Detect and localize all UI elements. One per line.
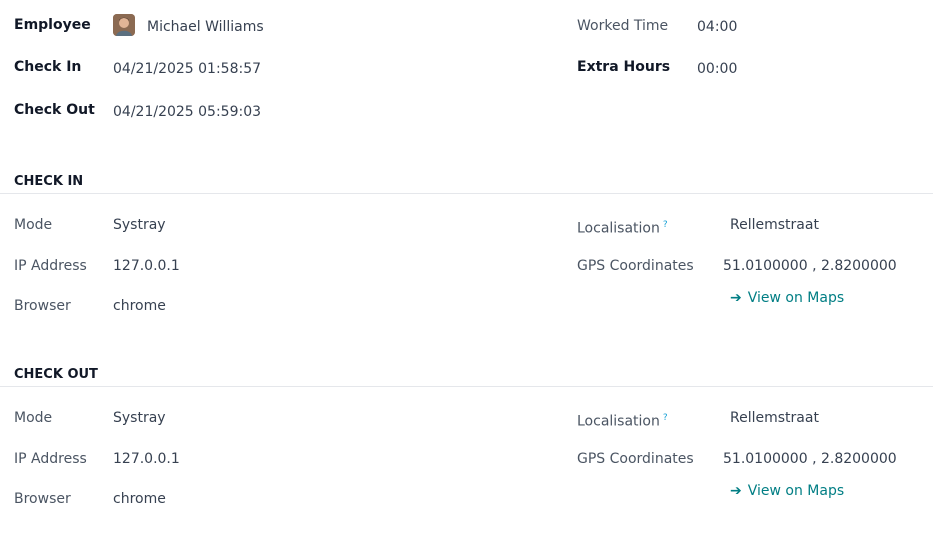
check-in-divider [0, 193, 933, 194]
view-on-maps-label: View on Maps [747, 290, 845, 306]
check-out-gps-value: 51.0100000 , 2.8200000 [723, 451, 897, 467]
arrow-right-icon: ➔ [730, 290, 742, 306]
worked-time-value: 04:00 [697, 19, 738, 35]
avatar-image [113, 14, 135, 36]
localisation-label-text: Localisation [577, 220, 660, 237]
check-in-mode-label: Mode [14, 217, 53, 233]
check-out-value[interactable]: 04/21/2025 05:59:03 [113, 103, 261, 121]
localisation-label-text: Localisation [577, 413, 660, 430]
check-in-ip-value: 127.0.0.1 [113, 258, 180, 274]
check-out-mode-value: Systray [113, 410, 166, 426]
check-out-ip-label: IP Address [14, 451, 87, 467]
check-in-gps-value: 51.0100000 , 2.8200000 [723, 258, 897, 274]
check-in-ip-label: IP Address [14, 258, 87, 274]
check-out-localisation-value: Rellemstraat [730, 410, 819, 426]
check-in-mode-value: Systray [113, 217, 166, 233]
check-out-ip-value: 127.0.0.1 [113, 451, 180, 467]
check-in-browser-value: chrome [113, 298, 166, 314]
check-out-localisation-label: Localisation? [577, 409, 668, 431]
check-in-section-title: CHECK IN [14, 174, 84, 189]
check-out-section-title: CHECK OUT [14, 367, 98, 382]
check-in-gps-label: GPS Coordinates [577, 258, 694, 274]
check-in-localisation-label: Localisation? [577, 216, 668, 238]
help-tooltip-icon[interactable]: ? [663, 220, 668, 230]
employee-label: Employee [14, 17, 91, 33]
check-in-value[interactable]: 04/21/2025 01:58:57 [113, 60, 261, 78]
check-in-label: Check In [14, 59, 82, 75]
extra-hours-label: Extra Hours [577, 59, 671, 75]
employee-name[interactable]: Michael Williams [147, 18, 264, 36]
worked-time-label: Worked Time [577, 18, 669, 34]
extra-hours-value[interactable]: 00:00 [697, 60, 737, 78]
check-out-browser-value: chrome [113, 491, 166, 507]
check-out-divider [0, 386, 933, 387]
help-tooltip-icon[interactable]: ? [663, 413, 668, 423]
check-out-label: Check Out [14, 102, 95, 118]
view-on-maps-label: View on Maps [747, 483, 845, 499]
check-out-gps-label: GPS Coordinates [577, 451, 694, 467]
check-out-mode-label: Mode [14, 410, 53, 426]
check-in-browser-label: Browser [14, 298, 71, 314]
check-in-localisation-value: Rellemstraat [730, 217, 819, 233]
check-out-view-on-maps-link[interactable]: ➔ View on Maps [730, 482, 844, 500]
check-out-browser-label: Browser [14, 491, 71, 507]
employee-avatar[interactable] [113, 14, 135, 36]
check-in-view-on-maps-link[interactable]: ➔ View on Maps [730, 289, 844, 307]
arrow-right-icon: ➔ [730, 483, 742, 499]
